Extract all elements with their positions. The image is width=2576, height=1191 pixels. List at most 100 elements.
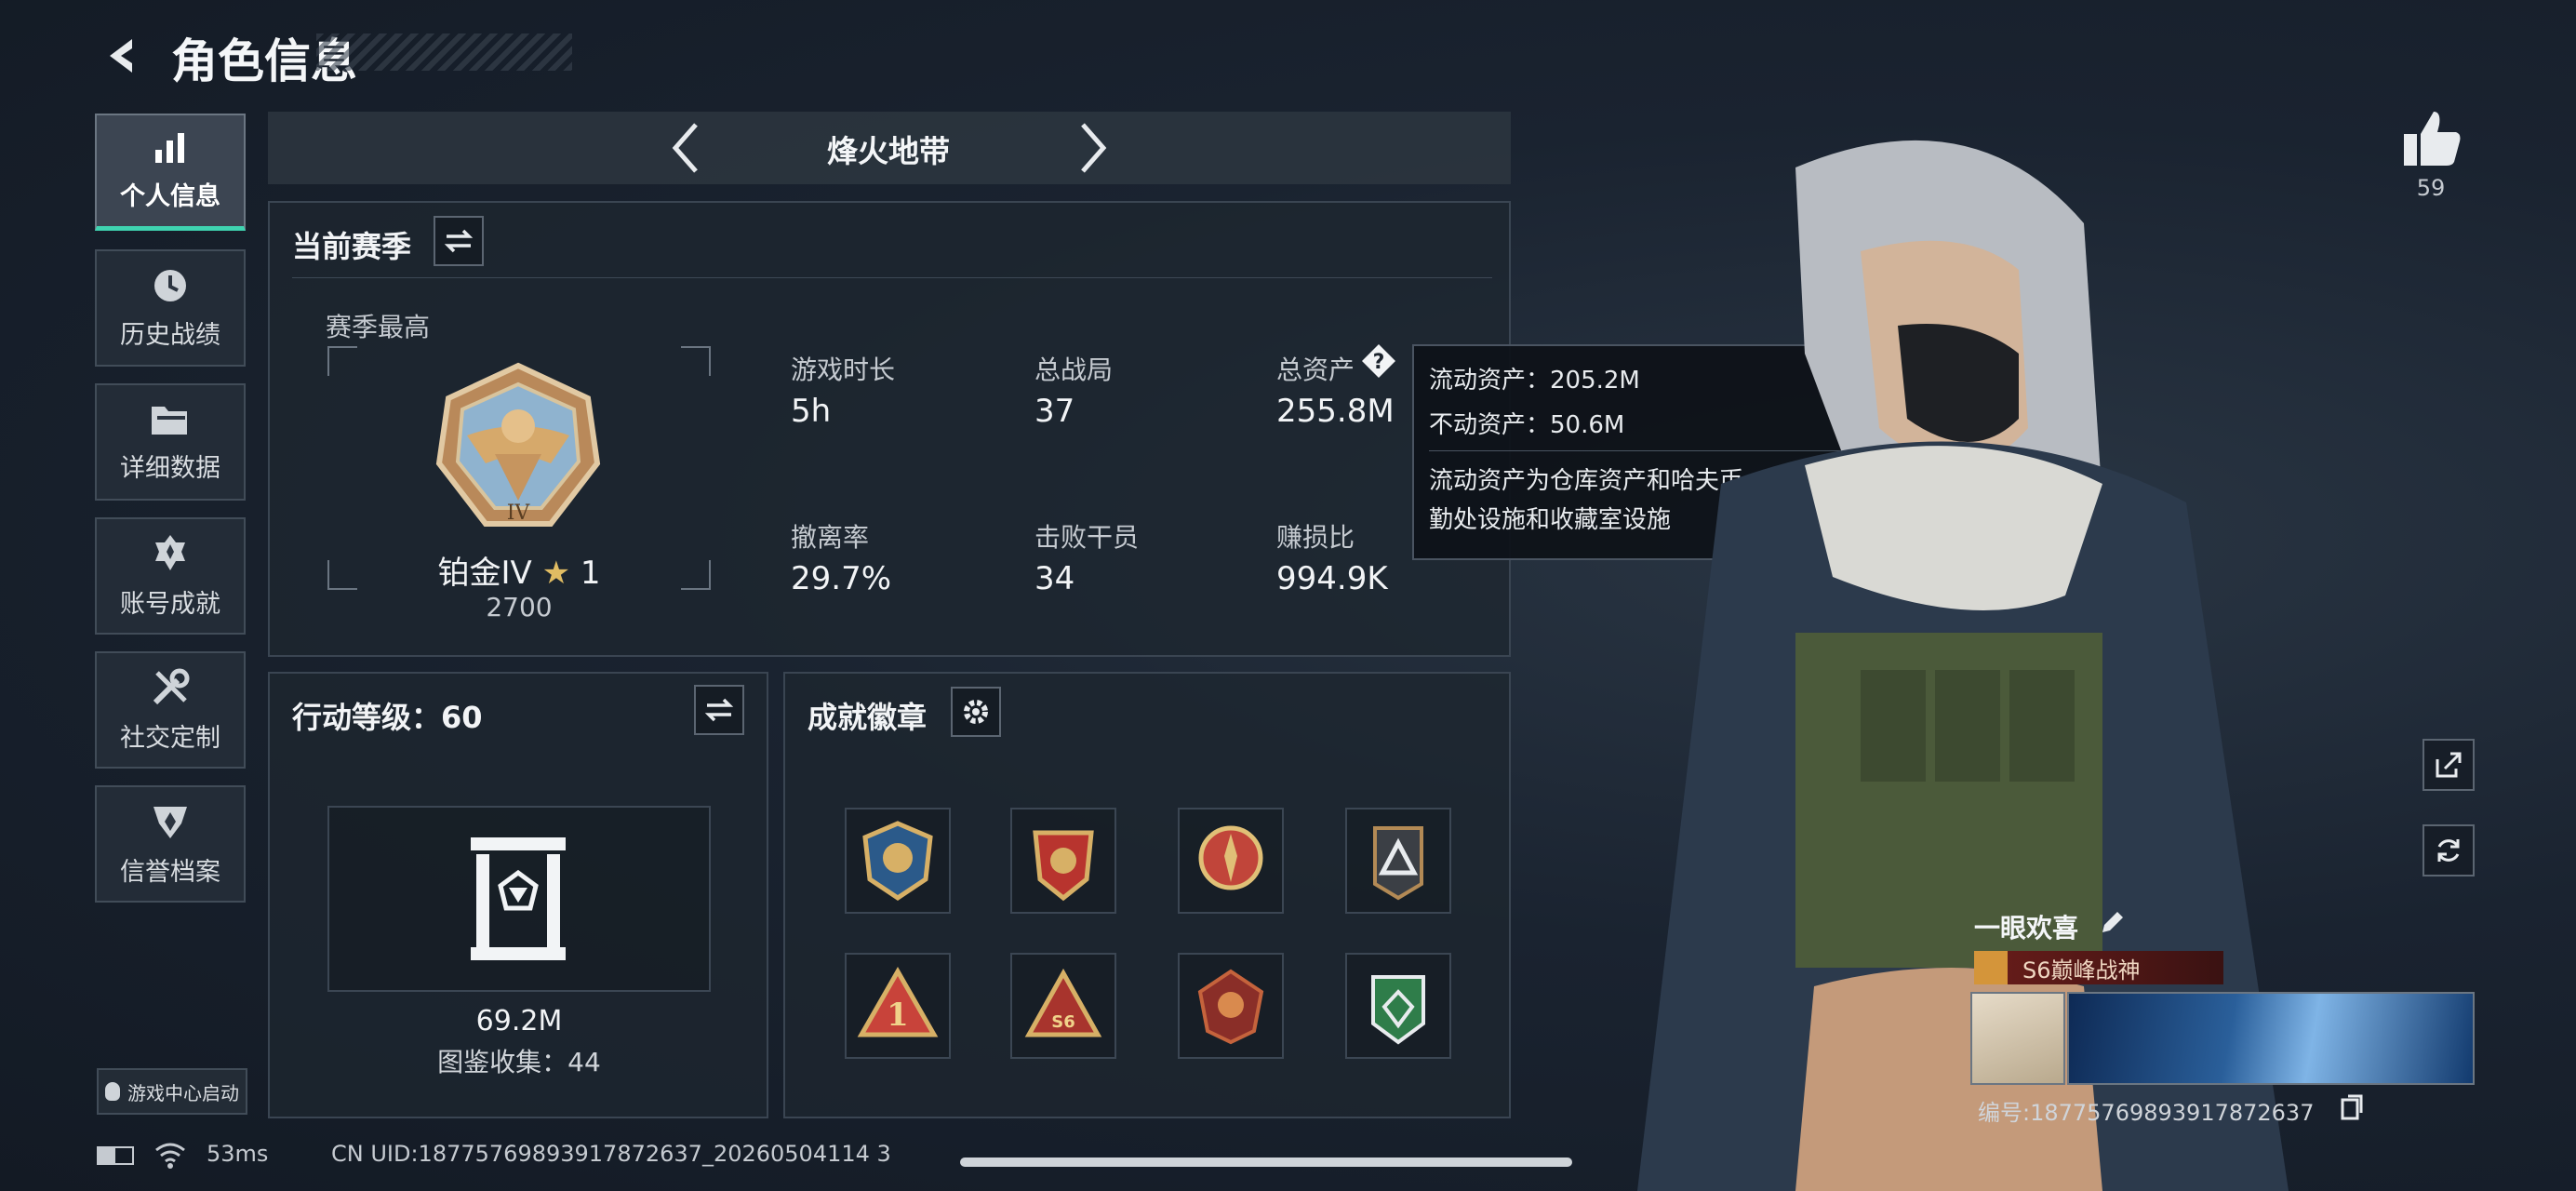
svg-text:S6: S6: [1051, 1012, 1075, 1032]
title-emblem-icon: [1974, 951, 2008, 984]
collection-count: 图鉴收集：44: [437, 1047, 601, 1077]
stat-label: 撤离率: [791, 522, 870, 553]
next-mode-button[interactable]: [1074, 117, 1114, 179]
title-decoration: [316, 33, 572, 71]
edit-name-button[interactable]: [2097, 908, 2127, 938]
star-icon: ★: [541, 555, 571, 592]
dragon-badge-icon: [1197, 969, 1264, 1045]
stat-value: 255.8M: [1276, 393, 1395, 430]
svg-text:1: 1: [887, 997, 909, 1034]
bar-chart-icon: [155, 133, 184, 163]
folder-icon: [152, 406, 187, 435]
s6-badge-icon: S6: [1024, 968, 1102, 1037]
like-count: 59: [2416, 175, 2446, 201]
sidebar-item-label: 社交定制: [120, 723, 220, 753]
prev-mode-button[interactable]: [664, 117, 705, 179]
refresh-icon: [2437, 839, 2460, 862]
avatar[interactable]: [1970, 992, 2065, 1085]
season-title: 当前赛季: [292, 229, 412, 264]
stat-label: 总资产: [1276, 355, 1355, 385]
eagle-badge-icon: [862, 821, 933, 902]
chevron-left-icon: [672, 123, 698, 173]
badge-slot[interactable]: S6: [1010, 953, 1116, 1059]
sidebar-item-label: 信誉档案: [120, 857, 220, 887]
medal-icon: [155, 534, 185, 570]
badge-slot[interactable]: [845, 808, 951, 914]
shield-icon: [153, 806, 187, 838]
gear-icon: [964, 700, 988, 724]
name-card-banner[interactable]: [2067, 992, 2475, 1085]
rank-stars: 1: [580, 555, 601, 592]
sidebar-item-achievements[interactable]: 账号成就: [95, 517, 246, 635]
share-button[interactable]: [2423, 739, 2475, 791]
season-switch-button[interactable]: [434, 216, 484, 266]
back-arrow-icon: [110, 39, 132, 73]
sidebar-item-label: 详细数据: [120, 453, 220, 483]
copy-icon: [2341, 1094, 2363, 1120]
level-value: 69.2M: [475, 1005, 563, 1037]
badge-slot[interactable]: [1345, 808, 1451, 914]
sidebar-item-social[interactable]: 社交定制: [95, 651, 246, 769]
svg-text:IV: IV: [507, 502, 531, 525]
level-switch-button[interactable]: [694, 685, 744, 735]
asset-help-button[interactable]: ?: [1360, 342, 1397, 380]
player-name: 一眼欢喜: [1974, 913, 2079, 943]
back-button[interactable]: [97, 28, 153, 84]
pencil-icon: [2102, 912, 2123, 932]
badge-slot[interactable]: 1: [845, 953, 951, 1059]
sidebar-item-history[interactable]: 历史战绩: [95, 249, 246, 367]
season-highest-label: 赛季最高: [326, 312, 431, 342]
copy-id-button[interactable]: [2341, 1094, 2363, 1120]
game-center-button[interactable]: 游戏中心启动: [97, 1068, 247, 1115]
chevron-right-icon: [1081, 123, 1107, 173]
battery-icon: [97, 1146, 134, 1165]
badges-settings-button[interactable]: [951, 687, 1001, 737]
sidebar-item-personal-info[interactable]: 个人信息: [95, 114, 246, 231]
level-title: 行动等级：60: [292, 700, 483, 735]
sidebar-item-detail-data[interactable]: 详细数据: [95, 383, 246, 501]
tools-icon: [153, 668, 190, 704]
badge-slot[interactable]: [1178, 808, 1284, 914]
rank-one-badge-icon: 1: [857, 966, 939, 1037]
ping-value: 53ms: [207, 1141, 269, 1167]
stat-label: 总战局: [1034, 355, 1114, 385]
share-icon: [2436, 752, 2462, 778]
star-badge-icon: [1033, 830, 1094, 902]
badge-slot[interactable]: [1010, 808, 1116, 914]
stat-value: 5h: [791, 393, 832, 430]
stat-label: 赚损比: [1276, 522, 1355, 553]
player-id: 编号:18775769893917872637: [1978, 1100, 2315, 1126]
divider: [292, 277, 1492, 278]
home-indicator[interactable]: [960, 1158, 1572, 1167]
sidebar-item-credit[interactable]: 信誉档案: [95, 785, 246, 903]
uid-text: CN UID:18775769893917872637_20260504114 …: [331, 1141, 891, 1167]
help-icon: ?: [1362, 344, 1395, 378]
stat-value: 37: [1034, 393, 1075, 430]
wifi-icon: [155, 1143, 185, 1169]
penguin-icon: [105, 1082, 120, 1101]
gem-badge-icon: [1371, 975, 1425, 1045]
rank-name-row: 铂金IV ★ 1: [327, 547, 711, 593]
player-title-banner: S6巅峰战神: [1974, 951, 2223, 984]
triangle-badge-icon: [1373, 826, 1423, 901]
thumbs-up-icon: [2404, 112, 2461, 166]
swap-icon: [444, 229, 474, 253]
collection-case-icon: [471, 837, 566, 960]
compass-badge-icon: [1198, 825, 1263, 890]
like-button[interactable]: [2398, 108, 2463, 169]
sidebar-item-label: 历史战绩: [120, 320, 220, 350]
svg-text:?: ?: [1373, 351, 1385, 374]
sidebar-item-label: 个人信息: [120, 182, 220, 211]
badge-slot[interactable]: [1345, 953, 1451, 1059]
rank-emblem-icon: IV: [435, 362, 601, 527]
rank-score: 2700: [486, 592, 553, 622]
rotate-button[interactable]: [2423, 824, 2475, 877]
stat-label: 击败干员: [1034, 522, 1140, 553]
player-title: S6巅峰战神: [2022, 957, 2141, 984]
stat-value: 29.7%: [791, 560, 892, 597]
stat-value: 34: [1034, 560, 1075, 597]
game-center-label: 游戏中心启动: [127, 1081, 239, 1104]
badge-slot[interactable]: [1178, 953, 1284, 1059]
stat-label: 游戏时长: [791, 355, 896, 385]
rank-name: 铂金IV: [437, 555, 532, 592]
